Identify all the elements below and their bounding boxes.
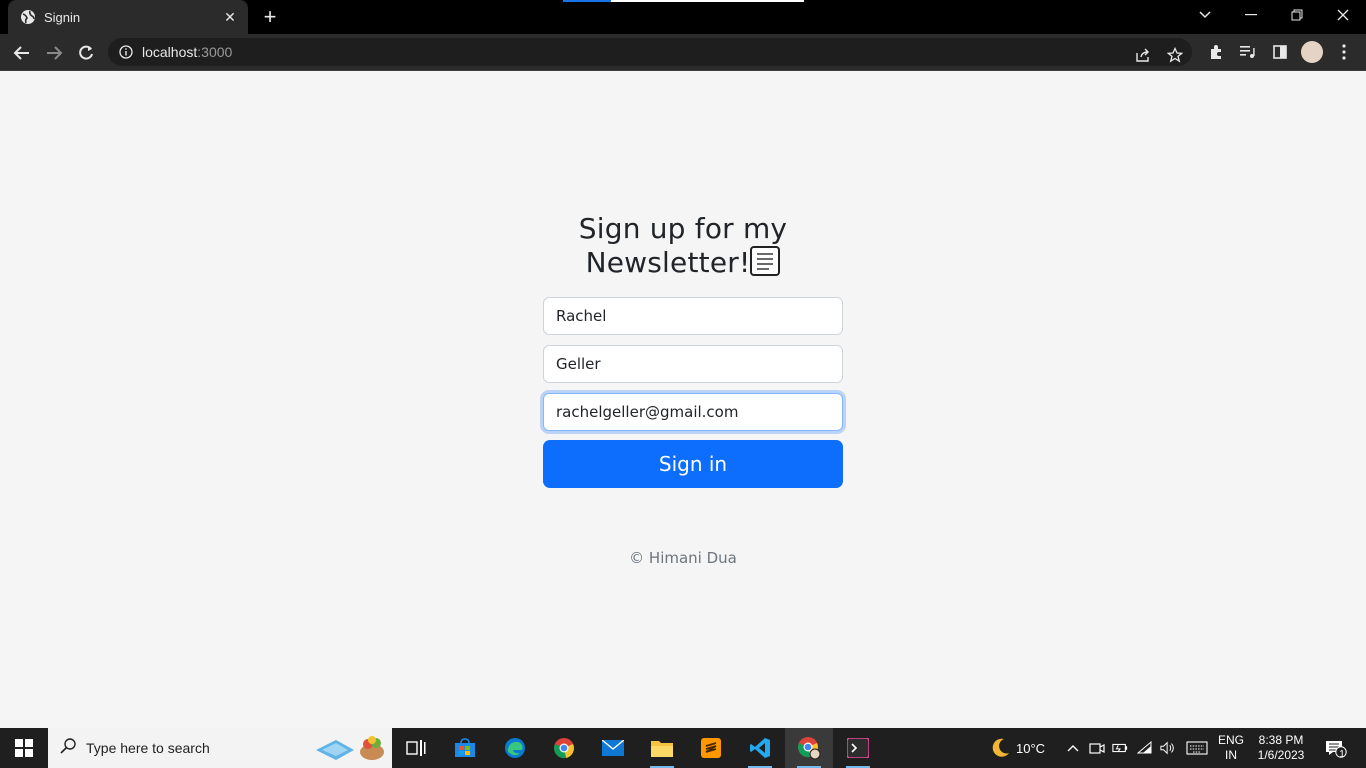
url-port: :3000 [197, 44, 233, 60]
address-bar[interactable]: localhost :3000 [108, 38, 1192, 66]
show-hidden-icons-chevron-icon[interactable] [1065, 740, 1081, 756]
new-tab-button[interactable]: + [258, 5, 282, 29]
back-icon[interactable] [9, 40, 35, 66]
vscode-icon[interactable] [736, 728, 784, 768]
media-control-icon[interactable] [1236, 40, 1260, 64]
browser-titlebar: Signin ✕ + [0, 0, 1366, 34]
minimize-icon[interactable] [1228, 0, 1274, 30]
site-info-icon[interactable] [118, 44, 134, 60]
wifi-icon[interactable] [1137, 740, 1153, 756]
last-name-field[interactable]: Geller [543, 345, 843, 383]
first-name-field[interactable]: Rachel [543, 297, 843, 335]
browser-toolbar: localhost :3000 [0, 34, 1366, 71]
moon-weather-icon[interactable] [988, 736, 1012, 760]
email-field[interactable]: rachelgeller@gmail.com [543, 393, 843, 431]
url-host: localhost [142, 44, 198, 60]
clock-date: 1/6/2023 [1257, 748, 1305, 762]
side-panel-icon[interactable] [1268, 40, 1292, 64]
meet-now-icon[interactable] [1089, 740, 1105, 756]
chrome-active-window-icon[interactable] [785, 728, 833, 768]
search-icon [60, 737, 76, 759]
reload-icon[interactable] [73, 40, 99, 66]
windows-taskbar: Type here to search 10°C ENG IN 8:38 PM … [0, 728, 1366, 768]
window-drag-strip-accent [563, 0, 611, 2]
share-icon[interactable] [1132, 44, 1154, 66]
close-window-icon[interactable] [1320, 0, 1366, 30]
sublime-text-icon[interactable] [687, 728, 735, 768]
forward-icon[interactable] [41, 40, 67, 66]
file-explorer-icon[interactable] [638, 728, 686, 768]
globe-icon [20, 9, 36, 25]
terminal-icon[interactable] [834, 728, 882, 768]
newspaper-icon [750, 246, 781, 276]
input-language-indicator[interactable]: ENG IN [1217, 733, 1245, 763]
tab-title: Signin [44, 9, 81, 25]
language-code: ENG [1217, 733, 1244, 747]
mail-icon[interactable] [589, 728, 637, 768]
more-menu-icon[interactable] [1332, 40, 1356, 64]
restore-icon[interactable] [1274, 0, 1320, 30]
email-value: rachelgeller@gmail.com [556, 403, 739, 421]
task-view-icon[interactable] [392, 728, 440, 768]
extensions-icon[interactable] [1204, 40, 1228, 64]
page-title-line2: Newsletter! [585, 246, 751, 279]
volume-icon[interactable] [1160, 740, 1176, 756]
clock-time: 8:38 PM [1258, 733, 1304, 747]
battery-icon[interactable] [1112, 740, 1128, 756]
tab-signin[interactable]: Signin ✕ [8, 0, 248, 34]
tab-close-icon[interactable]: ✕ [222, 9, 238, 26]
touch-keyboard-icon[interactable] [1185, 740, 1209, 756]
footer-copyright: © Himani Dua [629, 549, 737, 567]
notification-count-badge: 1 [1339, 749, 1345, 760]
last-name-value: Geller [556, 355, 601, 373]
weather-temperature[interactable]: 10°C [1016, 741, 1045, 756]
search-placeholder: Type here to search [86, 740, 210, 756]
edge-browser-icon[interactable] [491, 728, 539, 768]
page-title-line1: Sign up for my [578, 212, 788, 245]
chrome-browser-icon[interactable] [540, 728, 588, 768]
page-content: Sign up for my Newsletter! Rachel Geller… [0, 71, 1366, 728]
clock[interactable]: 8:38 PM 1/6/2023 [1252, 733, 1310, 763]
search-highlight-illustration-icon [314, 734, 386, 762]
microsoft-store-icon[interactable] [441, 728, 489, 768]
profile-avatar[interactable] [1301, 41, 1323, 63]
page-title: Sign up for my Newsletter! [543, 212, 823, 280]
windows-start-icon[interactable] [0, 728, 48, 768]
bookmark-star-icon[interactable] [1164, 44, 1186, 66]
region-code: IN [1225, 748, 1237, 762]
first-name-value: Rachel [556, 307, 607, 325]
tab-search-icon[interactable] [1182, 0, 1228, 30]
sign-in-button[interactable]: Sign in [543, 440, 843, 488]
taskbar-search-box[interactable]: Type here to search [48, 728, 392, 768]
